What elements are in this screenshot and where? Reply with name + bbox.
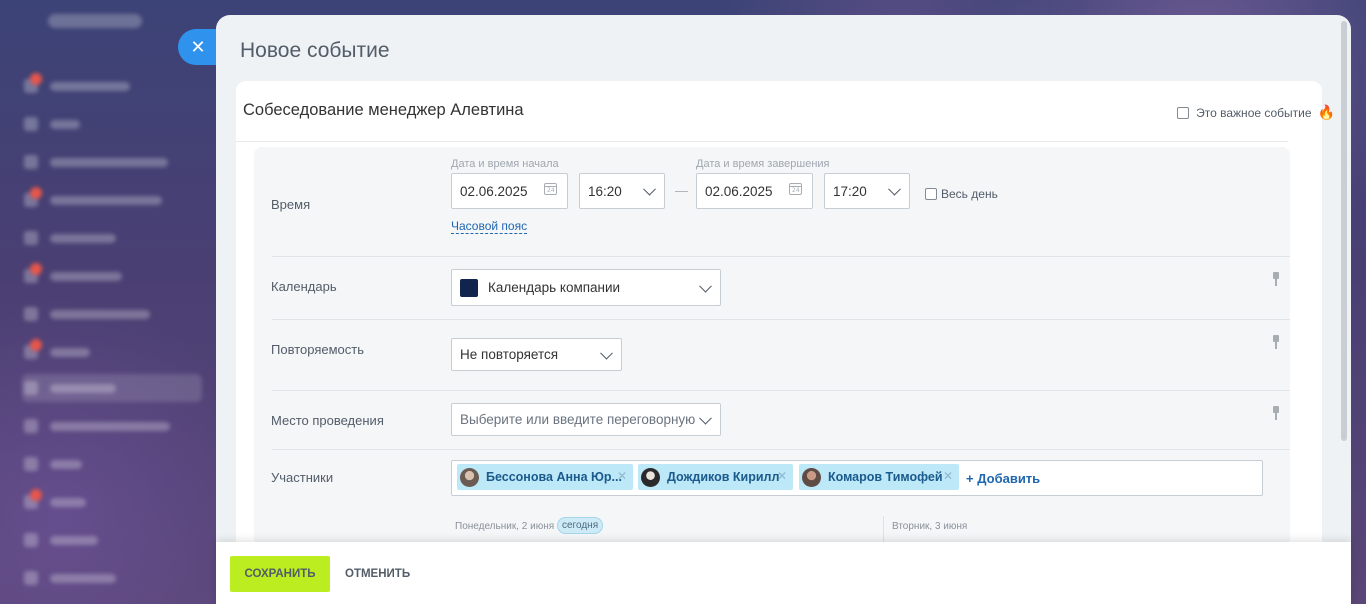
calendar-label: Календарь bbox=[271, 279, 337, 294]
member-chip[interactable]: Бессонова Анна Юр... ✕ bbox=[457, 464, 633, 490]
members-label: Участники bbox=[271, 470, 334, 485]
start-label: Дата и время начала bbox=[451, 158, 559, 170]
avatar bbox=[460, 467, 479, 487]
important-label: Это важное событие bbox=[1196, 105, 1312, 120]
pin-icon[interactable] bbox=[1271, 335, 1281, 349]
all-day-label: Весь день bbox=[941, 187, 998, 201]
time-label: Время bbox=[271, 197, 311, 212]
chevron-down-icon bbox=[699, 411, 712, 425]
close-icon: ✕ bbox=[190, 36, 206, 57]
panel-scrollbar[interactable] bbox=[1341, 21, 1347, 441]
blurred-menu-item-active bbox=[22, 374, 202, 402]
remove-member-icon[interactable]: ✕ bbox=[777, 469, 787, 483]
blurred-menu-item bbox=[22, 224, 202, 252]
repeat-value: Не повторяется bbox=[460, 347, 559, 362]
start-date-value: 02.06.2025 bbox=[460, 183, 528, 199]
pin-icon[interactable] bbox=[1271, 406, 1281, 420]
event-name-input[interactable]: Собеседование менеджер Алевтина bbox=[243, 101, 524, 120]
all-day-toggle[interactable]: Весь день bbox=[925, 187, 998, 201]
chevron-down-icon bbox=[643, 182, 656, 196]
repeat-select[interactable]: Не повторяется bbox=[451, 338, 622, 371]
cancel-button[interactable]: ОТМЕНИТЬ bbox=[345, 556, 410, 592]
divider bbox=[236, 141, 1288, 142]
blurred-menu-item bbox=[22, 412, 202, 440]
calendar-value: Календарь компании bbox=[488, 280, 621, 295]
blurred-menu-item bbox=[22, 526, 202, 554]
calendar-select[interactable]: Календарь компании bbox=[451, 269, 721, 306]
blurred-logo bbox=[48, 14, 142, 28]
members-selector[interactable]: Бессонова Анна Юр... ✕ Дождиков Кирилл ✕… bbox=[451, 460, 1263, 496]
pin-icon[interactable] bbox=[1271, 272, 1281, 286]
blurred-menu-item bbox=[22, 262, 202, 290]
planner-day-tuesday: Вторник, 3 июня bbox=[892, 521, 968, 532]
remove-member-icon[interactable]: ✕ bbox=[943, 469, 953, 483]
location-placeholder: Выберите или введите переговорную bbox=[460, 412, 696, 427]
blurred-menu-item bbox=[22, 110, 202, 138]
chevron-down-icon bbox=[699, 279, 712, 293]
divider bbox=[272, 449, 1290, 450]
blurred-menu-item bbox=[22, 72, 202, 100]
fire-icon: 🔥 bbox=[1317, 104, 1335, 120]
remove-member-icon[interactable]: ✕ bbox=[617, 469, 627, 483]
close-slider-button[interactable]: ✕ bbox=[178, 29, 218, 65]
member-name: Комаров Тимофей bbox=[828, 470, 943, 484]
important-event-toggle[interactable]: Это важное событие 🔥 bbox=[1177, 104, 1335, 121]
divider bbox=[272, 390, 1290, 391]
blurred-menu-item bbox=[22, 148, 202, 176]
chevron-down-icon bbox=[600, 346, 613, 360]
today-badge: сегодня bbox=[557, 517, 604, 534]
blurred-menu-item bbox=[22, 186, 202, 214]
divider bbox=[272, 256, 1290, 257]
avatar bbox=[641, 467, 660, 487]
save-button[interactable]: СОХРАНИТЬ bbox=[230, 556, 330, 592]
location-select[interactable]: Выберите или введите переговорную bbox=[451, 403, 721, 436]
time-separator: — bbox=[675, 183, 688, 198]
end-time-value: 17:20 bbox=[833, 183, 867, 199]
member-chip[interactable]: Дождиков Кирилл ✕ bbox=[638, 464, 793, 490]
member-chip[interactable]: Комаров Тимофей ✕ bbox=[799, 464, 959, 490]
all-day-checkbox[interactable] bbox=[925, 188, 937, 200]
blurred-menu-item bbox=[22, 564, 202, 592]
blurred-menu-item bbox=[22, 338, 202, 366]
end-date-input[interactable]: 02.06.2025 bbox=[696, 173, 813, 209]
calendar-icon[interactable] bbox=[544, 183, 557, 195]
planner-day-monday: Понедельник, 2 июня bbox=[455, 521, 555, 532]
repeat-label: Повторяемость bbox=[271, 342, 364, 357]
blurred-menu-item bbox=[22, 450, 202, 478]
divider bbox=[272, 319, 1290, 320]
important-checkbox[interactable] bbox=[1177, 106, 1190, 119]
member-name: Дождиков Кирилл bbox=[667, 470, 780, 484]
calendar-color-swatch bbox=[460, 278, 478, 297]
avatar bbox=[802, 467, 821, 487]
location-label: Место проведения bbox=[271, 413, 384, 428]
start-time-value: 16:20 bbox=[588, 183, 622, 199]
add-member-link[interactable]: + Добавить bbox=[966, 471, 1040, 486]
form-fields-area: Время Дата и время начала 02.06.2025 16:… bbox=[254, 147, 1290, 547]
chevron-down-icon bbox=[888, 182, 901, 196]
form-footer: СОХРАНИТЬ ОТМЕНИТЬ bbox=[216, 542, 1351, 604]
timezone-link[interactable]: Часовой пояс bbox=[451, 219, 528, 234]
blurred-sidebar bbox=[0, 0, 216, 604]
end-date-value: 02.06.2025 bbox=[705, 183, 773, 199]
end-time-select[interactable]: 17:20 bbox=[824, 173, 910, 209]
start-date-input[interactable]: 02.06.2025 bbox=[451, 173, 568, 209]
event-editor-panel: Новое событие Собеседование менеджер Але… bbox=[216, 15, 1351, 604]
end-label: Дата и время завершения bbox=[696, 158, 830, 170]
member-name: Бессонова Анна Юр... bbox=[486, 470, 622, 484]
calendar-icon[interactable] bbox=[789, 183, 802, 195]
start-time-select[interactable]: 16:20 bbox=[579, 173, 665, 209]
blurred-menu-item bbox=[22, 300, 202, 328]
blurred-menu-item bbox=[22, 488, 202, 516]
page-title: Новое событие bbox=[240, 39, 390, 62]
